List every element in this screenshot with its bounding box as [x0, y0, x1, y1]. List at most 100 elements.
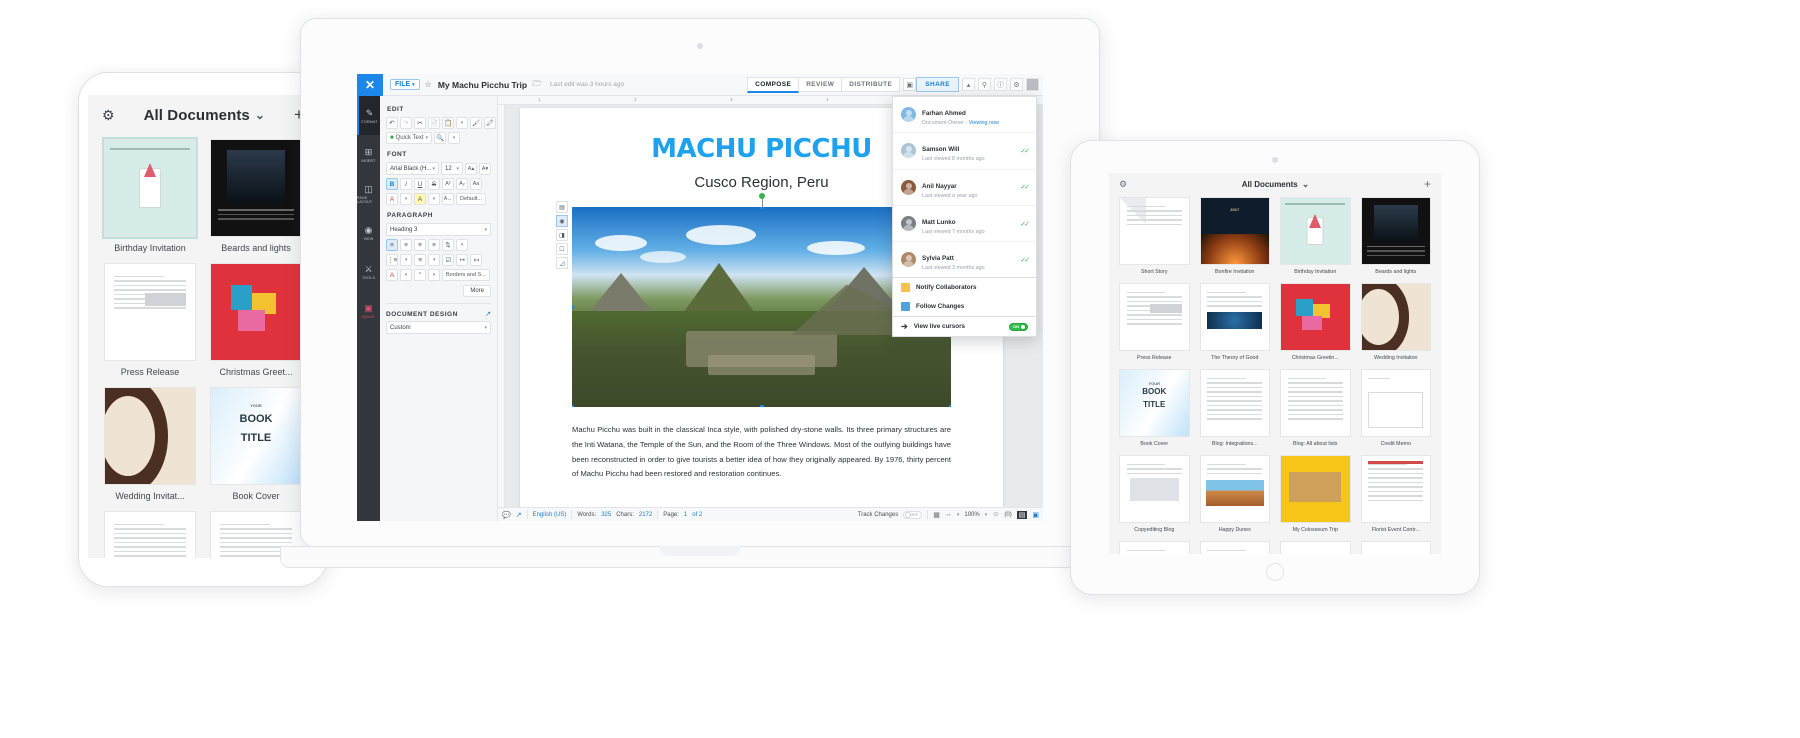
superscript-button[interactable]: A² [442, 178, 454, 190]
rail-item-image[interactable]: ▣ IMAGE [357, 291, 380, 330]
number-list-icon[interactable]: ≡ [414, 254, 427, 266]
document-thumbnail[interactable] [1199, 283, 1270, 351]
page-view-icon[interactable]: ▤ [1016, 510, 1028, 519]
redo-icon[interactable]: ↷ [400, 117, 412, 129]
list-item[interactable]: ⇮🗑ⓘ Birthday Invitation [104, 139, 196, 253]
find-caret[interactable]: ▾ [448, 132, 461, 144]
rail-item-format[interactable]: ✎ FORMAT [357, 96, 380, 135]
document-thumbnail[interactable] [1360, 541, 1431, 554]
document-thumbnail[interactable]: 2017 [1199, 197, 1270, 265]
document-thumbnail[interactable] [210, 263, 302, 361]
highlight-icon[interactable]: A [414, 193, 426, 205]
document-thumbnail[interactable] [1280, 369, 1351, 437]
tab-compose[interactable]: COMPOSE [747, 76, 800, 93]
strikethrough-button[interactable]: S [428, 178, 440, 190]
list-item[interactable]: Wedding Invitat... [104, 387, 196, 501]
list-item[interactable]: Press Release [1119, 283, 1190, 361]
tab-distribute[interactable]: DISTRIBUTE [842, 77, 901, 92]
comment-icon[interactable]: 💬 [502, 511, 511, 519]
external-link-icon[interactable]: ↗ [485, 310, 491, 318]
document-thumbnail[interactable] [1119, 283, 1190, 351]
list-item[interactable]: The Theory of Good [1199, 283, 1270, 361]
list-item[interactable]: Wedding Invitation [1360, 283, 1431, 361]
list-item[interactable]: Beards and lights [210, 139, 302, 253]
collaborator-row[interactable]: Sylvia Patt Last viewed 3 months ago ✓✓ [893, 242, 1036, 279]
plus-icon[interactable]: + [1424, 177, 1431, 191]
list-item[interactable]: Credit Memo [1360, 369, 1431, 447]
quick-text-button[interactable]: ■ Quick Text ▾ [386, 132, 433, 144]
change-case-button[interactable]: Aa [470, 178, 482, 190]
subscript-button[interactable]: A₂ [456, 178, 468, 190]
document-thumbnail[interactable] [1119, 197, 1190, 265]
list-item[interactable]: BOOK TITLE YOUR Book Cover [210, 387, 302, 501]
font-shrink-icon[interactable]: A▾ [479, 162, 491, 175]
list-item[interactable] [104, 511, 196, 558]
tablet-home-button[interactable] [1266, 563, 1284, 581]
list-item[interactable]: Christmas Greet... [210, 263, 302, 377]
font-family-select[interactable]: Arial Black (H... ▾ [386, 162, 439, 175]
cut-icon[interactable]: ✂ [414, 117, 426, 129]
clear-format-icon[interactable]: 🖍 [484, 117, 496, 129]
phone-title-dropdown[interactable]: All Documents ⌄ [144, 107, 265, 124]
line-spacing-caret[interactable]: ▾ [456, 239, 468, 251]
outdent-icon[interactable]: ↤ [470, 254, 483, 266]
borders-button[interactable]: Borders and S... [442, 269, 490, 281]
document-design-select[interactable]: Custom ▾ [386, 321, 491, 334]
list-item[interactable]: Birthday Invitation [1280, 197, 1351, 275]
paste-icon[interactable]: 📋 [442, 117, 454, 129]
document-thumbnail[interactable] [210, 139, 302, 237]
collaborator-row[interactable]: Farhan Ahmed Document Owner - Viewing now [893, 97, 1036, 134]
avatar[interactable] [1026, 78, 1039, 91]
comments-icon[interactable]: ☺ [992, 511, 999, 518]
screen-view-icon[interactable]: ▣ [1032, 511, 1039, 519]
document-thumbnail[interactable]: BOOK TITLE YOUR [1119, 369, 1190, 437]
track-changes-toggle[interactable]: OFF [903, 510, 923, 519]
list-item[interactable]: Blog: All about lists [1280, 369, 1351, 447]
align-center-icon[interactable]: ≡ [400, 239, 412, 251]
share-doc-icon[interactable]: ↗ [516, 511, 522, 519]
document-thumbnail[interactable]: ⇮🗑ⓘ [104, 139, 196, 237]
font-color-icon[interactable]: A [386, 193, 398, 205]
vertical-ruler[interactable] [498, 105, 505, 507]
shading-caret[interactable]: ▾ [400, 269, 412, 281]
rail-item-tools[interactable]: ⚔ TOOLS [357, 252, 380, 291]
document-thumbnail[interactable]: BOOK TITLE YOUR [210, 387, 302, 485]
bullet-list-icon[interactable]: ⋮≡ [386, 254, 399, 266]
indent-icon[interactable]: ↦ [456, 254, 469, 266]
collaborator-row[interactable]: Anil Nayyar Last viewed a year ago ✓✓ [893, 170, 1036, 206]
gear-icon[interactable]: ⚙ [102, 107, 115, 124]
folder-icon[interactable]: 🗁 [532, 78, 542, 92]
effects-icon[interactable]: ◿ [556, 257, 568, 269]
align-left-icon[interactable]: ≡ [386, 239, 398, 251]
bullet-list-caret[interactable]: ▾ [400, 254, 413, 266]
quote-icon[interactable]: ” [414, 269, 426, 281]
list-item[interactable]: Happy Dunes [1199, 455, 1270, 533]
rail-item-view[interactable]: ◉ VIEW [357, 213, 380, 252]
share-button[interactable]: SHARE [916, 77, 959, 92]
tab-review[interactable]: REVIEW [799, 77, 843, 92]
close-icon[interactable]: ✕ [357, 74, 383, 96]
page-current[interactable]: 1 [684, 512, 687, 518]
document-thumbnail[interactable] [1119, 455, 1190, 523]
document-thumbnail[interactable] [1360, 197, 1431, 265]
document-thumbnail[interactable] [1360, 369, 1431, 437]
list-item[interactable]: Florist Event Contr... [1360, 455, 1431, 533]
language-status[interactable]: English (US) [533, 512, 567, 518]
document-thumbnail[interactable] [1280, 197, 1351, 265]
char-spacing-icon[interactable]: A↔ [442, 193, 454, 205]
list-item[interactable]: 2017 Bonfire Invitation [1199, 197, 1270, 275]
zoom-level[interactable]: 100% [964, 512, 979, 518]
rail-item-insert[interactable]: ⊞ INSERT [357, 135, 380, 174]
italic-button[interactable]: I [400, 178, 412, 190]
document-thumbnail[interactable] [1119, 541, 1190, 554]
undo-icon[interactable]: ↶ [386, 117, 398, 129]
gear-icon[interactable]: ⚙ [1010, 78, 1023, 91]
document-thumbnail[interactable] [1360, 283, 1431, 351]
paragraph-style-select[interactable]: Heading 3 ▾ [386, 223, 491, 236]
image-anchor[interactable] [758, 193, 765, 199]
list-item[interactable]: Press Release [104, 263, 196, 377]
default-style-button[interactable]: Default... [456, 193, 487, 205]
shading-icon[interactable]: A [386, 269, 398, 281]
list-item[interactable]: Christmas Greetin... [1280, 283, 1351, 361]
paste-caret[interactable]: ▾ [456, 117, 468, 129]
